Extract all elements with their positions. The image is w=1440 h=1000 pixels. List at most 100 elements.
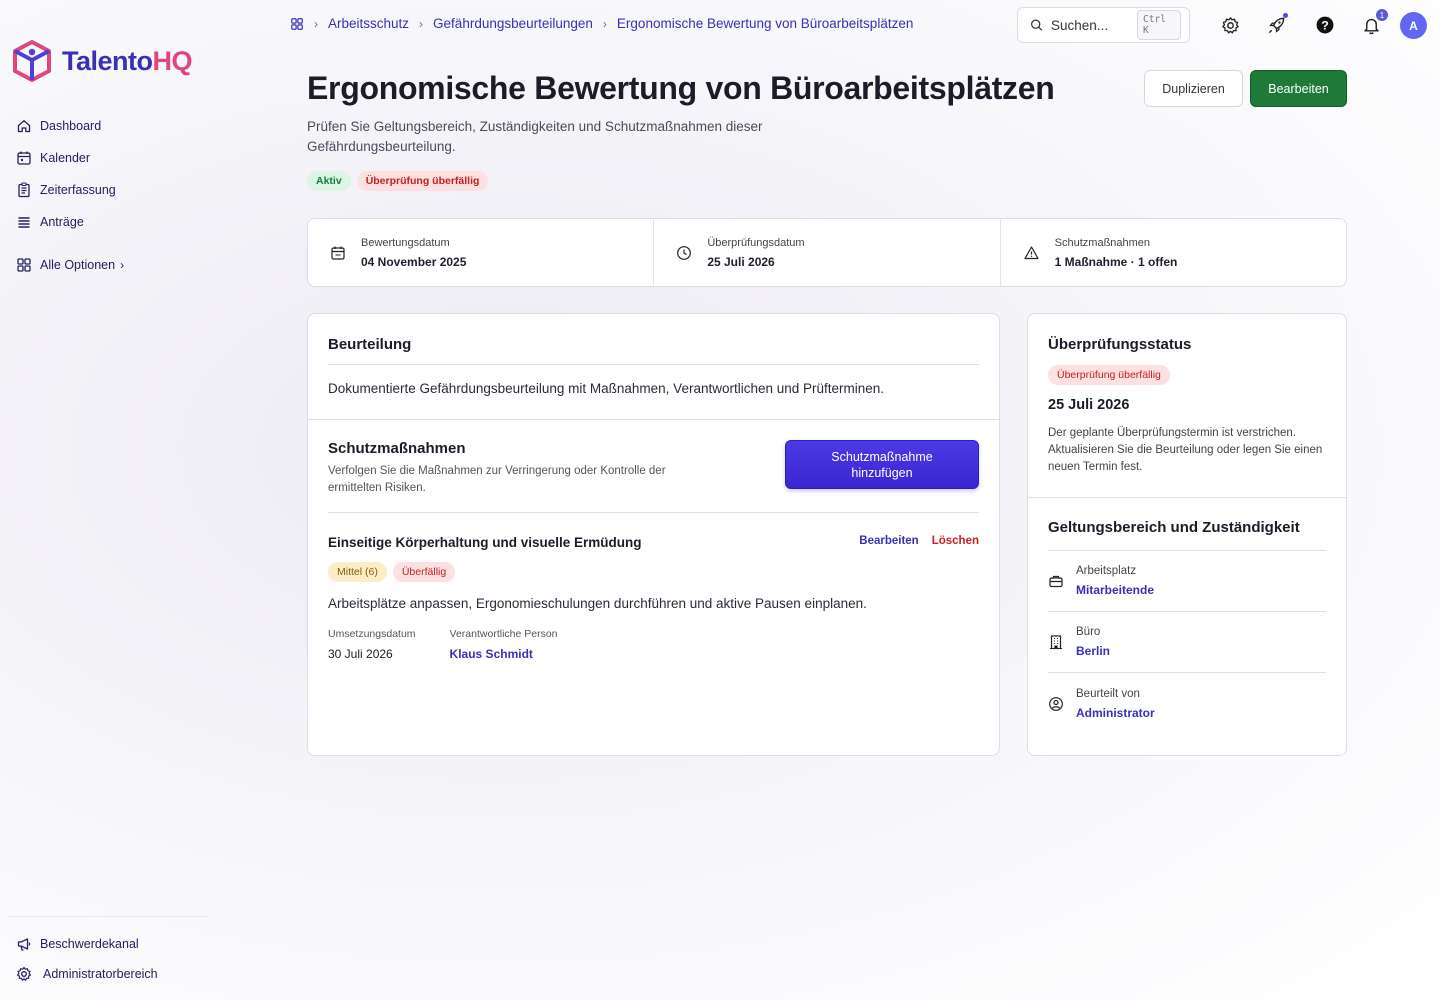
sidebar-item-label: Alle Optionen — [40, 258, 116, 272]
status-tags: Aktiv Überprüfung überfällig — [307, 171, 489, 191]
stats-bar: Bewertungsdatum 04 November 2025 Überprü… — [307, 218, 1347, 287]
assessment-text: Dokumentierte Gefährdungsbeurteilung mit… — [328, 381, 885, 396]
search-icon — [1031, 19, 1043, 31]
rocket-icon — [1268, 17, 1284, 33]
measure-text: Arbeitsplätze anpassen, Ergonomieschulun… — [328, 596, 867, 611]
search-input[interactable] — [1051, 17, 1130, 33]
divider — [328, 364, 979, 365]
stat-measures: Schutzmaßnahmen 1 Maßnahme · 1 offen — [1001, 219, 1346, 286]
sidebar-item-admin[interactable]: Administratorbereich — [8, 959, 208, 989]
delete-measure-link[interactable]: Löschen — [932, 535, 979, 547]
logo[interactable]: TalentoHQ — [12, 40, 192, 82]
edit-button[interactable]: Bearbeiten — [1250, 70, 1347, 107]
chevron-right-icon: › — [602, 16, 607, 31]
breadcrumb-item[interactable]: Arbeitsschutz — [328, 16, 409, 31]
clipboard-icon — [18, 182, 30, 198]
logo-cube-icon — [13, 40, 51, 82]
stat-value: 25 Juli 2026 — [707, 254, 775, 269]
gear-icon — [1221, 16, 1239, 34]
review-status-section: Überprüfungsstatus Überprüfung überfälli… — [1028, 314, 1346, 498]
section-title: Beurteilung — [328, 336, 412, 353]
measure-tags: Mittel (6) Überfällig — [328, 562, 979, 582]
breadcrumb-current: Ergonomische Bewertung von Büroarbeitspl… — [616, 16, 914, 31]
owner-link[interactable]: Klaus Schmidt — [450, 647, 558, 661]
calendar-icon — [331, 246, 345, 260]
measure-meta: Umsetzungsdatum 30 Juli 2026 Verantwortl… — [328, 628, 979, 661]
sidebar-item-antraege[interactable]: Anträge — [16, 206, 124, 238]
assessment-section: Beurteilung Dokumentierte Gefährdungsbeu… — [308, 314, 999, 420]
page-subtitle: Prüfen Sie Geltungsbereich, Zuständigkei… — [307, 119, 763, 154]
edit-measure-link[interactable]: Bearbeiten — [859, 535, 918, 547]
duplicate-button[interactable]: Duplizieren — [1144, 70, 1243, 107]
stat-label: Schutzmaßnahmen — [1054, 236, 1151, 249]
scope-label: Arbeitsplatz — [1076, 565, 1137, 577]
add-measure-button[interactable]: Schutzmaßnahme hinzufügen — [785, 440, 979, 489]
measure-date: Umsetzungsdatum 30 Juli 2026 — [328, 628, 416, 661]
measure-item: Einseitige Körperhaltung und visuelle Er… — [328, 513, 979, 661]
warning-icon — [1024, 245, 1039, 259]
grid-icon[interactable] — [290, 17, 304, 31]
shortcut-hint: Ctrl K — [1137, 10, 1181, 40]
scope-value-link[interactable]: Berlin — [1076, 644, 1110, 658]
home-icon — [17, 120, 31, 133]
megaphone-icon — [17, 938, 31, 951]
chevron-right-icon: › — [314, 16, 318, 31]
avatar[interactable]: A — [1400, 12, 1427, 39]
section-description: Verfolgen Sie die Maßnahmen zur Verringe… — [328, 465, 666, 494]
clock-icon — [677, 245, 692, 260]
review-description: Der geplante Überprüfungstermin ist vers… — [1048, 427, 1323, 473]
sidebar-item-label: Kalender — [40, 151, 91, 165]
assessment-card: Beurteilung Dokumentierte Gefährdungsbeu… — [307, 313, 1000, 756]
topbar: › Arbeitsschutz › Gefährdungsbeurteilung… — [290, 0, 1440, 50]
user-circle-icon — [1049, 696, 1063, 711]
building-icon — [1050, 635, 1062, 650]
status-badge: Überfällig — [392, 562, 456, 582]
sidebar-item-label: Anträge — [40, 215, 84, 229]
review-date: 25 Juli 2026 — [1048, 397, 1130, 413]
briefcase-icon — [1049, 575, 1063, 588]
meta-label: Verantwortliche Person — [449, 628, 558, 640]
sidebar-footer: Beschwerdekanal Administratorbereich — [8, 916, 208, 989]
meta-label: Umsetzungsdatum — [328, 628, 416, 640]
page-title: Ergonomische Bewertung von Büroarbeitspl… — [307, 70, 1055, 106]
sidebar-item-zeiterfassung[interactable]: Zeiterfassung — [16, 174, 124, 206]
stat-label: Überprüfungsdatum — [707, 236, 805, 249]
status-badge: Aktiv — [307, 171, 351, 191]
sidebar-item-all-options[interactable]: Alle Optionen › — [16, 249, 124, 281]
sidebar-item-label: Beschwerdekanal — [40, 937, 139, 951]
measure-owner: Verantwortliche Person Klaus Schmidt — [450, 628, 558, 661]
launch-button[interactable] — [1265, 13, 1288, 36]
settings-button[interactable] — [1219, 14, 1241, 36]
scope-value-link[interactable]: Mitarbeitende — [1076, 583, 1154, 597]
grid-icon — [17, 258, 31, 272]
brand-name: Talento — [62, 45, 153, 76]
stat-assessment-date: Bewertungsdatum 04 November 2025 — [308, 219, 655, 286]
sidebar-item-complaints[interactable]: Beschwerdekanal — [8, 929, 208, 959]
stat-review-date: Überprüfungsdatum 25 Juli 2026 — [654, 219, 1001, 286]
search-box[interactable]: Ctrl K — [1017, 7, 1190, 43]
notifications-button[interactable]: 1 — [1360, 9, 1388, 36]
calendar-icon — [17, 151, 31, 165]
review-card: Überprüfungsstatus Überprüfung überfälli… — [1027, 313, 1347, 756]
breadcrumb-item[interactable]: Gefährdungsbeurteilungen — [433, 16, 593, 31]
help-icon: ? — [1316, 16, 1334, 34]
chevron-right-icon: › — [120, 258, 125, 272]
scope-value-link[interactable]: Administrator — [1076, 706, 1155, 720]
gear-icon — [16, 966, 32, 981]
measures-section: Schutzmaßnahmen Verfolgen Sie die Maßnah… — [308, 420, 999, 661]
stat-value: 04 November 2025 — [361, 254, 467, 269]
sidebar-item-label: Zeiterfassung — [40, 183, 116, 197]
measure-actions: Bearbeiten Löschen — [859, 535, 979, 547]
meta-value: 30 Juli 2026 — [328, 647, 393, 661]
scope-row-assessor: Beurteilt von Administrator — [1048, 673, 1326, 734]
breadcrumb: › Arbeitsschutz › Gefährdungsbeurteilung… — [290, 16, 913, 31]
scope-label: Büro — [1076, 626, 1101, 638]
scope-section: Geltungsbereich und Zuständigkeit Arbeit… — [1028, 498, 1346, 734]
stat-value: 1 Maßnahme · 1 offen — [1054, 254, 1178, 269]
help-button[interactable]: ? — [1314, 14, 1336, 36]
list-icon — [18, 217, 30, 228]
sidebar-item-kalender[interactable]: Kalender — [16, 142, 124, 174]
sidebar-item-dashboard[interactable]: Dashboard — [16, 110, 124, 142]
status-badge: Überprüfung überfällig — [356, 171, 489, 191]
risk-badge: Mittel (6) — [328, 562, 387, 582]
